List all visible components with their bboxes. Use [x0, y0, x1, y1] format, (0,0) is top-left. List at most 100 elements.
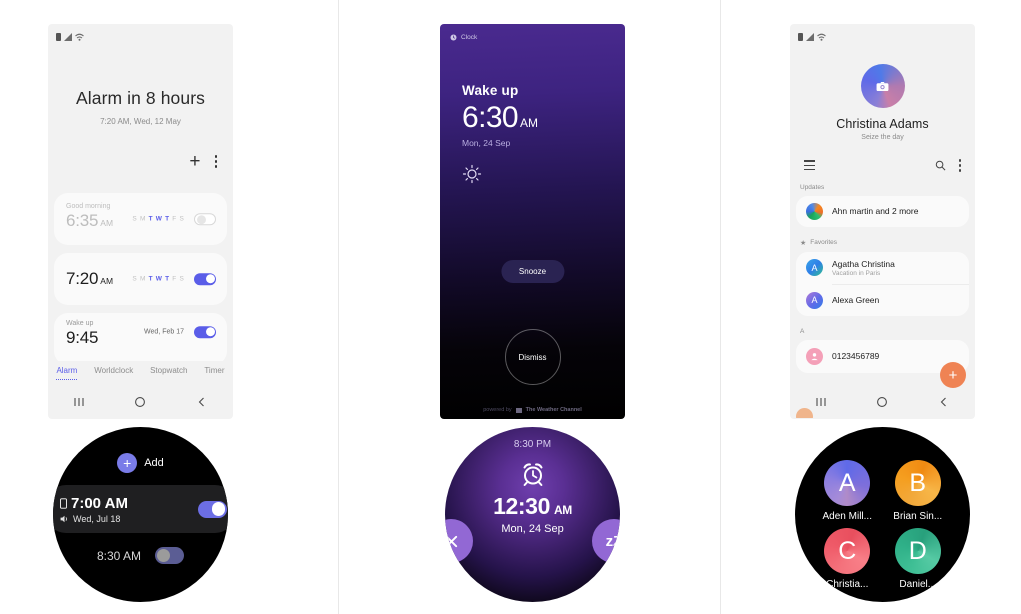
alarm-list: Good morning 6:35 AM S M T W T F S 7:20 …	[48, 193, 233, 365]
alarm-toggle[interactable]	[194, 273, 216, 285]
camera-icon	[876, 81, 889, 91]
back-icon[interactable]	[196, 396, 208, 408]
attribution-prefix: powered by	[483, 407, 512, 413]
alarm-toolbar: +	[48, 126, 233, 171]
snooze-button[interactable]: Snooze	[500, 260, 565, 283]
list-item[interactable]: A Aden Mill...	[817, 460, 878, 522]
alarm-subtitle: Wed, Jul 18	[60, 514, 128, 524]
alarm-time-value: 7:00 AM	[71, 494, 128, 512]
alarm-time-value: 6:35	[66, 211, 99, 230]
day-f: F	[172, 275, 177, 283]
list-item[interactable]: A Agatha Christina Vacation in Paris	[796, 252, 969, 284]
day-w: W	[155, 275, 163, 283]
contact-name: 0123456789	[832, 351, 880, 361]
list-item[interactable]: C Christia...	[817, 528, 878, 590]
day-t2: T	[165, 215, 170, 223]
alarm-toggle[interactable]	[194, 213, 216, 225]
recents-icon[interactable]	[73, 396, 85, 408]
contact-name: Brian Sin...	[893, 511, 943, 522]
watch-alarm-ringing: 8:30 PM 12:30 AM Mon, 24 Sep zZ	[445, 427, 620, 602]
phone-alarm-ringing: Clock Wake up 6:30 AM Mon, 24 Sep Snooze…	[440, 24, 625, 419]
alarm-ampm: AM	[100, 276, 114, 286]
list-item[interactable]: 7:00 AM Wed, Jul 18	[53, 485, 228, 533]
kebab-menu-icon[interactable]	[214, 155, 217, 168]
letter-avatar: D	[894, 528, 941, 574]
alarm-toggle[interactable]	[155, 547, 185, 564]
snooze-label: zZ	[605, 532, 620, 550]
contacts-toolbar	[790, 141, 975, 172]
mockup-canvas: Alarm in 8 hours 7:20 AM, Wed, 12 May + …	[0, 0, 1021, 614]
letter-avatar: C	[824, 528, 871, 574]
contact-name: Aden Mill...	[822, 511, 872, 522]
list-item[interactable]: Ahn martin and 2 more	[796, 196, 969, 227]
section-title: Favorites	[810, 239, 838, 246]
list-item[interactable]: A Alexa Green	[796, 285, 969, 316]
alarm-toggle[interactable]	[198, 500, 227, 518]
alarm-ampm: AM	[100, 218, 114, 228]
alarm-time-value: 12:30	[493, 493, 550, 519]
letter-avatar: A	[824, 460, 871, 506]
person-icon	[806, 347, 823, 365]
hamburger-icon[interactable]	[804, 160, 815, 171]
home-icon[interactable]	[134, 396, 146, 408]
battery-icon	[798, 33, 803, 41]
alarm-name: Wake up	[462, 83, 519, 98]
day-s2: S	[179, 215, 184, 223]
alarm-row-controls: Wed, Feb 17	[144, 326, 216, 338]
ringing-info: Wake up 6:30 AM Mon, 24 Sep	[440, 41, 625, 189]
add-alarm-label: Add	[144, 457, 164, 469]
list-item[interactable]: B Brian Sin...	[888, 460, 949, 522]
alarm-label: Good morning	[66, 203, 111, 210]
day-m: M	[139, 275, 146, 283]
alarm-time-value: 9:45	[66, 328, 99, 347]
bottom-tabs: Alarm Worldclock Stopwatch Timer	[48, 361, 233, 385]
alarm-row-controls: S M T W T F S	[132, 213, 216, 225]
section-header-a: A	[790, 316, 975, 340]
next-alarm-subtitle: 7:20 AM, Wed, 12 May	[100, 117, 181, 126]
profile-header: Christina Adams Seize the day	[790, 44, 975, 141]
table-row[interactable]: Wake up 9:45 Wed, Feb 17	[54, 313, 227, 365]
back-icon[interactable]	[938, 396, 950, 408]
status-bar	[48, 24, 233, 44]
watch-alarm-list: + Add 7:00 AM Wed, Jul 18 8:30 AM	[53, 427, 228, 602]
star-icon: ★	[800, 239, 807, 247]
signal-icon	[64, 33, 72, 41]
table-row[interactable]: Good morning 6:35 AM S M T W T F S	[54, 193, 227, 245]
day-t1: T	[148, 275, 153, 283]
phone-alarm-list: Alarm in 8 hours 7:20 AM, Wed, 12 May + …	[48, 24, 233, 419]
dismiss-button[interactable]: Dismiss	[504, 329, 561, 385]
weather-attribution: powered by The Weather Channel	[440, 407, 625, 413]
phone-contacts: Christina Adams Seize the day Updates Ah…	[790, 24, 975, 419]
table-row[interactable]: 7:20 AM S M T W T F S	[54, 253, 227, 305]
contact-name: Christia...	[826, 579, 869, 590]
plus-icon[interactable]: +	[189, 152, 200, 171]
avatar-initial: B	[909, 468, 927, 497]
app-chip: Clock	[440, 24, 625, 41]
avatar[interactable]	[860, 64, 905, 108]
alarm-hero: Alarm in 8 hours 7:20 AM, Wed, 12 May	[48, 44, 233, 126]
alarm-day-selector[interactable]: S M T W T F S	[132, 216, 184, 223]
page-title: Christina Adams	[836, 117, 929, 131]
recents-icon[interactable]	[815, 396, 827, 408]
alarm-time: 6:30 AM	[462, 102, 625, 134]
updates-icon	[806, 202, 823, 220]
alarm-day-selector[interactable]: S M T W T F S	[132, 276, 184, 283]
alarm-toggle[interactable]	[194, 326, 216, 338]
list-item[interactable]: D Daniel...	[888, 528, 949, 590]
list-item[interactable]: 8:30 AM	[53, 547, 228, 564]
tab-stopwatch[interactable]: Stopwatch	[150, 366, 187, 380]
tab-worldclock[interactable]: Worldclock	[94, 366, 133, 380]
watch-contacts: A Aden Mill... B Brian Sin... C Christia…	[795, 427, 970, 602]
search-icon[interactable]	[935, 160, 946, 171]
home-icon[interactable]	[876, 396, 888, 408]
tab-timer[interactable]: Timer	[204, 366, 224, 380]
add-alarm-row[interactable]: + Add	[53, 427, 228, 473]
sun-icon	[462, 164, 625, 189]
avatar-initial: A	[838, 468, 856, 497]
kebab-menu-icon[interactable]	[958, 159, 961, 172]
letter-avatar: B	[894, 460, 941, 506]
tab-alarm[interactable]: Alarm	[56, 366, 77, 380]
plus-icon[interactable]: +	[117, 453, 138, 473]
alarm-time: 12:30 AM	[445, 493, 620, 520]
sound-icon	[60, 515, 67, 522]
